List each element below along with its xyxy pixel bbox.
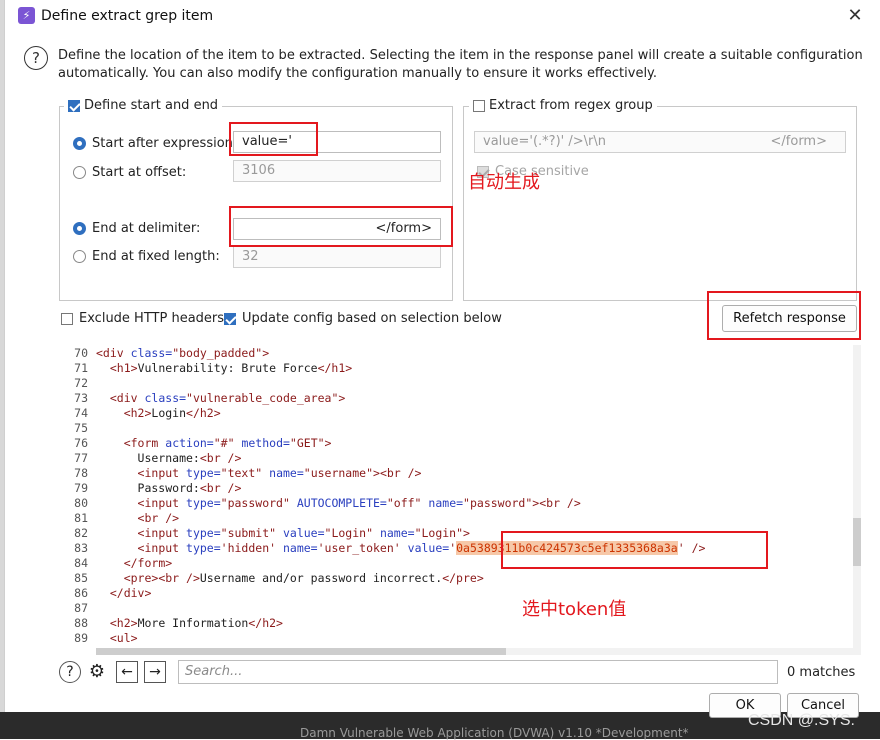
start-after-option[interactable]: Start after expression: — [73, 136, 237, 151]
search-help-icon[interactable]: ? — [59, 661, 81, 683]
start-after-label: Start after expression: — [92, 136, 238, 151]
start-end-legend-label: Define start and end — [84, 98, 219, 113]
description-line-2: automatically. You can also modify the c… — [58, 66, 658, 81]
annotation-box-delimiter — [229, 206, 453, 247]
response-editor[interactable]: 70 <div class="body_padded"> 71 <h1>Vulne… — [58, 345, 861, 655]
close-button[interactable]: ✕ — [843, 4, 867, 28]
regex-legend-label: Extract from regex group — [489, 98, 653, 113]
end-fixed-length-label: End at fixed length: — [92, 249, 220, 264]
app-icon: ⚡ — [18, 7, 35, 24]
background-window-title: Damn Vulnerable Web Application (DVWA) v… — [300, 726, 689, 740]
exclude-headers-checkbox[interactable] — [61, 312, 73, 325]
start-offset-label: Start at offset: — [92, 165, 187, 180]
regex-expression: value='(.*?)' />\r\n — [483, 134, 606, 149]
regex-legend[interactable]: Extract from regex group — [469, 98, 657, 113]
update-config-option[interactable]: Update config based on selection below — [224, 311, 502, 326]
vertical-scrollbar[interactable] — [853, 345, 861, 655]
exclude-headers-option[interactable]: Exclude HTTP headers — [61, 311, 224, 326]
arrow-left-icon[interactable]: ← — [116, 661, 138, 683]
annotation-box-token — [501, 531, 768, 569]
start-end-checkbox[interactable] — [68, 99, 80, 112]
end-fixed-length-input[interactable]: 32 — [233, 246, 441, 268]
annotation-box-refetch — [707, 291, 861, 340]
regex-end-delimiter: </form> — [770, 134, 827, 149]
update-config-checkbox[interactable] — [224, 312, 236, 325]
dialog-title: Define extract grep item — [41, 8, 214, 24]
exclude-headers-label: Exclude HTTP headers — [79, 311, 225, 326]
annotation-box-start — [229, 122, 318, 156]
annotation-select-token: 选中token值 — [522, 599, 627, 620]
start-offset-input[interactable]: 3106 — [233, 160, 441, 182]
watermark: CSDN @.SYS. — [748, 712, 855, 729]
update-config-label: Update config based on selection below — [242, 311, 502, 326]
horizontal-scrollbar-thumb[interactable] — [96, 648, 506, 655]
start-offset-radio[interactable] — [73, 166, 86, 179]
end-fixed-length-option[interactable]: End at fixed length: — [73, 249, 220, 264]
regex-checkbox[interactable] — [473, 99, 485, 112]
start-offset-option[interactable]: Start at offset: — [73, 165, 186, 180]
gear-icon[interactable]: ⚙ — [86, 661, 108, 683]
end-fixed-length-radio[interactable] — [73, 250, 86, 263]
arrow-right-icon[interactable]: → — [144, 661, 166, 683]
end-delimiter-label: End at delimiter: — [92, 221, 201, 236]
start-end-legend[interactable]: Define start and end — [64, 98, 223, 113]
regex-input[interactable]: value='(.*?)' />\r\n </form> — [474, 131, 846, 153]
search-input[interactable]: Search... — [178, 660, 778, 684]
extract-grep-dialog: ⚡ Define extract grep item ✕ ? Define th… — [4, 0, 880, 718]
help-icon[interactable]: ? — [24, 46, 48, 70]
end-delimiter-radio[interactable] — [73, 222, 86, 235]
title-bar: ⚡ Define extract grep item ✕ — [5, 0, 880, 32]
start-after-radio[interactable] — [73, 137, 86, 150]
annotation-auto-generated: 自动生成 — [468, 172, 540, 193]
end-delimiter-option[interactable]: End at delimiter: — [73, 221, 200, 236]
match-count: 0 matches — [787, 665, 856, 680]
vertical-scrollbar-thumb[interactable] — [853, 518, 861, 566]
description-line-1: Define the location of the item to be ex… — [58, 48, 863, 63]
